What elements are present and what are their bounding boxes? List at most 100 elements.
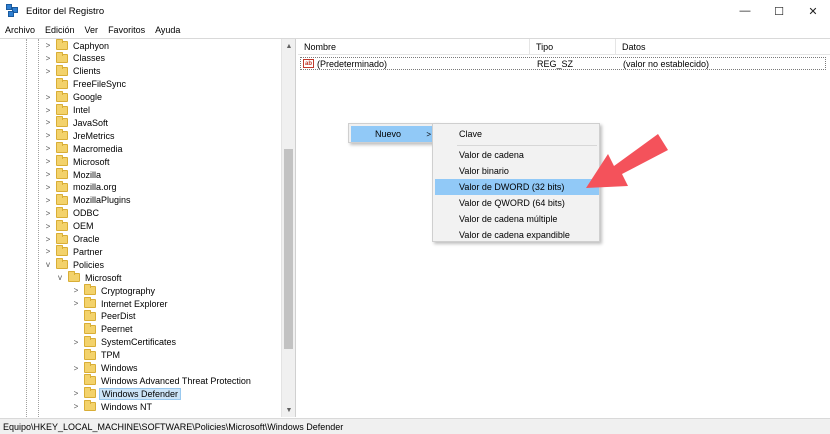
menu-ayuda[interactable]: Ayuda (150, 25, 185, 35)
nuevo-submenu: Clave Valor de cadena Valor binario Valo… (432, 123, 600, 242)
tree-item[interactable]: > Macromedia (44, 142, 125, 155)
tree-item[interactable]: v Microsoft (56, 271, 124, 284)
chevron-down-icon[interactable]: v (44, 258, 52, 271)
tree-item[interactable]: > ODBC (44, 206, 101, 220)
folder-icon (56, 168, 68, 179)
chevron-right-icon[interactable]: > (72, 284, 80, 297)
tree-item[interactable]: > Windows Defender (72, 387, 182, 400)
chevron-right-icon[interactable]: > (44, 39, 52, 52)
maximize-button[interactable]: ☐ (762, 0, 796, 22)
folder-icon (56, 245, 68, 257)
menu-item-label: Valor binario (459, 166, 509, 176)
value-row[interactable]: ab (Predeterminado) REG_SZ (valor no est… (300, 57, 826, 70)
folder-icon (56, 77, 68, 89)
tree-item[interactable]: > Windows (72, 361, 140, 375)
tree-item[interactable]: > Classes (44, 51, 107, 65)
tree-item[interactable]: > JavaSoft (44, 116, 110, 129)
tree-item-label: SystemCertificates (101, 337, 177, 348)
tree-item[interactable]: Windows Advanced Threat Protection (72, 374, 253, 387)
tree-item-label: mozilla.org (73, 182, 117, 193)
tree-item[interactable]: > Microsoft (44, 155, 112, 168)
chevron-right-icon[interactable]: > (44, 233, 52, 246)
annotation-arrow-icon (586, 134, 668, 188)
tree-item-label: Oracle (73, 234, 100, 244)
chevron-right-icon[interactable]: > (72, 297, 80, 310)
minimize-button[interactable]: — (728, 0, 762, 22)
chevron-right-icon[interactable]: > (44, 168, 52, 181)
chevron-right-icon[interactable]: > (72, 362, 80, 375)
tree-item[interactable]: > SystemCertificates (72, 335, 178, 349)
window-controls: — ☐ ✕ (728, 0, 830, 22)
tree-item-label: JreMetrics (73, 130, 115, 141)
chevron-right-icon[interactable]: > (44, 129, 52, 142)
tree-item[interactable]: > Windows NT (72, 400, 154, 413)
tree-item[interactable]: > Clients (44, 64, 103, 78)
tree-item[interactable]: PeerDist (72, 309, 138, 323)
scroll-down-icon[interactable]: ▼ (282, 403, 295, 417)
chevron-right-icon[interactable]: > (44, 91, 52, 104)
folder-icon (84, 361, 96, 373)
tree-item[interactable]: TPM (72, 348, 122, 362)
chevron-right-icon[interactable]: > (44, 245, 52, 258)
scroll-thumb[interactable] (284, 149, 293, 349)
menu-separator (457, 145, 597, 146)
menu-edicion[interactable]: Edición (40, 25, 80, 35)
tree-item[interactable]: > Google (44, 90, 104, 104)
tree-item[interactable]: > Oracle (44, 232, 102, 246)
chevron-right-icon[interactable]: > (44, 52, 52, 65)
tree-item[interactable]: > Internet Explorer (72, 297, 170, 310)
tree-item[interactable]: Peernet (72, 322, 135, 336)
menu-item-nuevo[interactable]: Nuevo > (351, 126, 437, 142)
menu-item-valor-dword[interactable]: Valor de DWORD (32 bits) (435, 179, 599, 195)
chevron-down-icon[interactable]: v (56, 271, 64, 284)
scroll-up-icon[interactable]: ▲ (282, 39, 295, 53)
menu-ver[interactable]: Ver (80, 25, 104, 35)
tree-item[interactable]: > Intel (44, 103, 92, 117)
tree-item-label: FreeFileSync (73, 79, 127, 90)
chevron-right-icon[interactable]: > (72, 400, 80, 413)
chevron-right-icon[interactable]: > (72, 387, 80, 400)
main-area: > Caphyon > Classes > Clients FreeFileSync > Goo… (0, 38, 830, 417)
tree-item[interactable]: FreeFileSync (44, 77, 128, 91)
chevron-right-icon[interactable]: > (72, 336, 80, 349)
tree-item[interactable]: > Partner (44, 245, 105, 258)
menu-item-valor-cadena[interactable]: Valor de cadena (435, 147, 599, 163)
column-datos[interactable]: Datos (616, 39, 830, 55)
chevron-right-icon[interactable]: > (44, 181, 52, 194)
chevron-right-icon[interactable]: > (44, 65, 52, 78)
tree-item[interactable]: > MozillaPlugins (44, 193, 133, 207)
tree-item[interactable]: > Caphyon (44, 39, 111, 52)
chevron-right-icon: > (426, 129, 431, 139)
chevron-right-icon[interactable]: > (44, 220, 52, 233)
tree-item-label: Google (73, 92, 103, 103)
tree-item-label: Microsoft (73, 156, 110, 167)
menu-item-label: Valor de cadena expandible (459, 230, 570, 240)
tree-item-label: Caphyon (73, 40, 110, 51)
menu-favoritos[interactable]: Favoritos (103, 25, 150, 35)
chevron-right-icon[interactable]: > (44, 116, 52, 129)
tree-item-label: Windows Advanced Threat Protection (101, 375, 251, 386)
column-nombre[interactable]: Nombre (298, 39, 530, 55)
chevron-right-icon[interactable]: > (44, 194, 52, 207)
menu-archivo[interactable]: Archivo (0, 25, 40, 35)
tree-item[interactable]: > JreMetrics (44, 129, 117, 142)
menu-item-valor-qword[interactable]: Valor de QWORD (64 bits) (435, 195, 599, 211)
tree-item[interactable]: > Mozilla (44, 168, 103, 181)
menu-item-valor-cadena-expandible[interactable]: Valor de cadena expandible (435, 227, 599, 243)
chevron-right-icon[interactable]: > (44, 155, 52, 168)
title-bar: Editor del Registro — ☐ ✕ (0, 0, 830, 22)
chevron-right-icon[interactable]: > (44, 142, 52, 155)
column-tipo[interactable]: Tipo (530, 39, 616, 55)
chevron-right-icon[interactable]: > (44, 104, 52, 117)
tree-item[interactable]: > mozilla.org (44, 180, 119, 194)
close-button[interactable]: ✕ (796, 0, 830, 22)
menu-item-valor-cadena-multiple[interactable]: Valor de cadena múltiple (435, 211, 599, 227)
tree-item[interactable]: > Cryptography (72, 284, 157, 297)
tree-item[interactable]: > OEM (44, 219, 96, 233)
chevron-right-icon[interactable]: > (44, 207, 52, 220)
menu-item-clave[interactable]: Clave (435, 126, 599, 142)
tree-scrollbar[interactable]: ▲ ▼ (281, 39, 295, 417)
tree-item[interactable]: v Policies (44, 258, 106, 271)
menu-item-valor-binario[interactable]: Valor binario (435, 163, 599, 179)
tree-item-label: Windows Defender (99, 387, 182, 400)
